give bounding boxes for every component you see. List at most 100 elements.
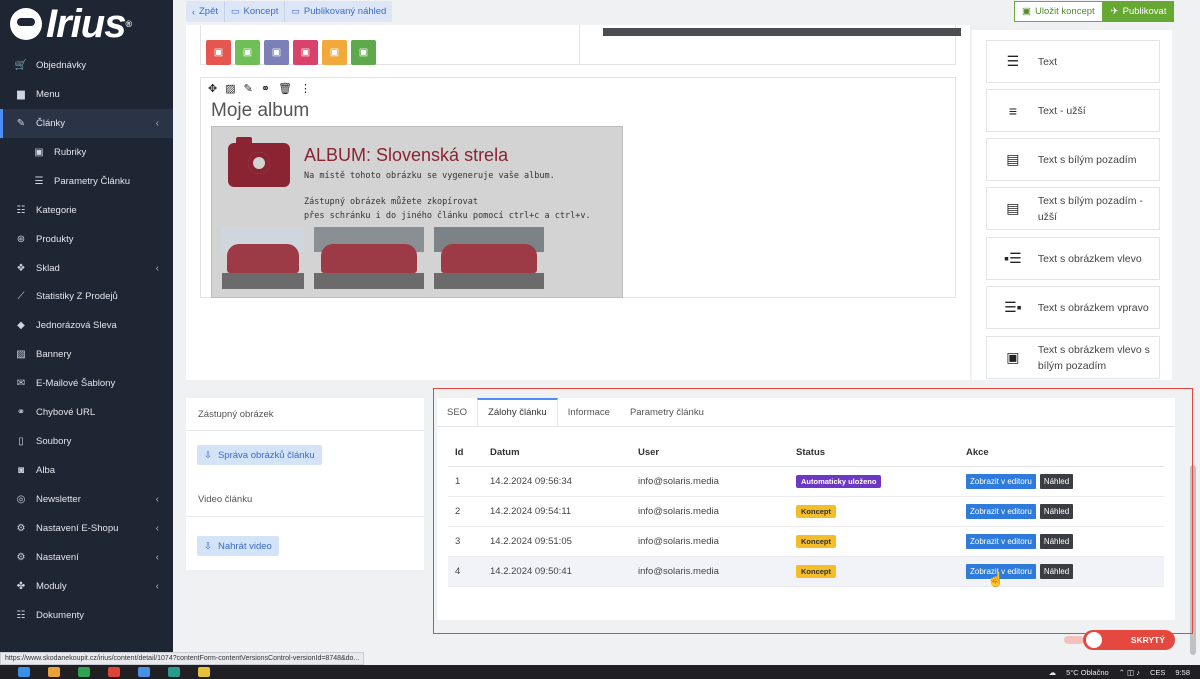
tab[interactable]: SEO (437, 398, 477, 426)
divider (186, 430, 424, 431)
manage-images-button[interactable]: ⇩ Správa obrázků článku (197, 445, 322, 465)
sliders-icon: ☰ (34, 176, 44, 187)
link-icon[interactable]: ⚭ (261, 82, 270, 95)
sidebar-item[interactable]: ☰ Parametry Článku (0, 167, 173, 196)
video-label: Video článku (198, 494, 253, 505)
tab[interactable]: Zálohy článku (477, 398, 558, 426)
sidebar-item[interactable]: ☷ Kategorie (0, 196, 173, 225)
sidebar-item[interactable]: 🛒 Objednávky (0, 51, 173, 80)
sidebar-item[interactable]: ⟋ Statistiky Z Prodejů (0, 282, 173, 311)
sidebar-item[interactable]: ▯ Soubory (0, 427, 173, 456)
palette-item[interactable]: ▤ Text s bílým pozadím - užší (986, 187, 1160, 230)
preview-button[interactable]: Náhled (1039, 534, 1074, 549)
preview-button[interactable]: Náhled (1039, 474, 1074, 489)
more-icon[interactable]: ⋮ (300, 82, 311, 95)
media-type-icon[interactable]: ▣ (351, 40, 376, 65)
sidebar-item[interactable]: ⚭ Chybové URL (0, 398, 173, 427)
draft-preview-button[interactable]: ▭ Koncept (225, 1, 286, 22)
cell-date: 14.2.2024 09:50:41 (490, 566, 572, 577)
sidebar-item[interactable]: ✎ Články ‹ (0, 109, 173, 138)
status-url: https://www.skodanekoupit.cz/irius/conte… (0, 652, 365, 665)
sidebar-item[interactable]: ◎ Newsletter ‹ (0, 485, 173, 514)
media-type-icon[interactable]: ▣ (322, 40, 347, 65)
save-draft-button[interactable]: ▣ Uložit koncept (1014, 1, 1103, 22)
sidebar-item-label: Produkty (36, 234, 74, 245)
image-icon[interactable]: ▨ (225, 82, 235, 95)
palette-item[interactable]: ☰ Text (986, 40, 1160, 83)
sidebar-item[interactable]: ▆ Menu (0, 80, 173, 109)
media-type-icon[interactable]: ▣ (235, 40, 260, 65)
upload-video-button[interactable]: ⇩ Nahrát video (197, 536, 279, 556)
open-in-editor-button[interactable]: Zobrazit v editoru (966, 534, 1036, 549)
sidebar-item-label: Parametry Článku (54, 176, 131, 187)
palette-item[interactable]: ☰▪ Text s obrázkem vpravo (986, 286, 1160, 329)
sidebar: Irius® 🛒 Objednávky ▆ Menu ✎ Články ‹ ▣ Rubriky ☰… (0, 0, 173, 665)
media-type-icon[interactable]: ▣ (206, 40, 231, 65)
published-preview-button[interactable]: ▭ Publikovaný náhled (285, 1, 392, 22)
sidebar-item[interactable]: ❖ Sklad ‹ (0, 254, 173, 283)
palette-item[interactable]: ▣ Text s obrázkem vlevo s bílým pozadím (986, 336, 1160, 379)
taskbar-app-icon[interactable] (168, 667, 180, 677)
publish-button[interactable]: ✈ Publikovat (1102, 1, 1175, 22)
open-in-editor-button[interactable]: Zobrazit v editoru (966, 504, 1036, 519)
palette-item-label: Text s bílým pozadím (1037, 153, 1137, 166)
tab[interactable]: Parametry článku (620, 398, 714, 426)
media-type-icon[interactable]: ▣ (293, 40, 318, 65)
sidebar-item[interactable]: ▨ Bannery (0, 340, 173, 369)
sidebar-item[interactable]: ⚙ Nastavení ‹ (0, 543, 173, 572)
cell-user: info@solaris.media (638, 536, 719, 547)
sidebar-item[interactable]: ☷ Dokumenty (0, 601, 173, 630)
text-box-icon: ▤ (1006, 151, 1020, 167)
sidebar-item[interactable]: ⊛ Produkty (0, 225, 173, 254)
edit-icon[interactable]: ✎ (244, 82, 253, 95)
palette-item[interactable]: ≡ Text - užší (986, 89, 1160, 132)
back-button[interactable]: ‹ Zpět (186, 1, 226, 22)
visibility-toggle[interactable]: SKRYTÝ (1083, 630, 1175, 650)
logo[interactable]: Irius® (0, 0, 173, 48)
weather-text[interactable]: 5°C Oblačno (1066, 668, 1109, 677)
media-type-icon[interactable]: ▣ (264, 40, 289, 65)
sidebar-item[interactable]: ✤ Moduly ‹ (0, 572, 173, 601)
album-block[interactable]: ✥ ▨ ✎ ⚭ 🗑 ⋮ Moje album ALBUM: Slovenská strel… (200, 77, 956, 298)
open-in-editor-button[interactable]: Zobrazit v editoru (966, 474, 1036, 489)
cell-id: 4 (455, 566, 461, 577)
trash-icon[interactable]: 🗑 (278, 82, 292, 95)
pencil-icon: ✎ (16, 118, 26, 129)
cell-date: 14.2.2024 09:54:11 (490, 506, 572, 517)
taskbar-app-icon[interactable] (18, 667, 30, 677)
palette-item-label: Text - užší (1037, 104, 1086, 117)
media-panel: Zástupný obrázek ⇩ Správa obrázků článku … (186, 398, 424, 570)
versions-panel: SEO Zálohy článku Informace Parametry článk… (437, 398, 1175, 620)
taskbar-app-icon[interactable] (138, 667, 150, 677)
tag-icon: ◆ (17, 320, 25, 331)
logo-wordmark: Irius (46, 2, 126, 46)
sidebar-item[interactable]: ▣ Rubriky (0, 138, 173, 167)
preview-button[interactable]: Náhled (1039, 564, 1074, 579)
move-icon[interactable]: ✥ (208, 82, 217, 95)
language-indicator[interactable]: CES (1150, 668, 1165, 677)
album-text-line: Zástupný obrázek můžete zkopírovat (304, 197, 478, 207)
palette-item[interactable]: ▤ Text s bílým pozadím (986, 138, 1160, 181)
taskbar-app-icon[interactable] (198, 667, 210, 677)
cell-status: Koncept (796, 557, 836, 586)
table-row: 2 14.2.2024 09:54:11 info@solaris.media Kon… (448, 497, 1164, 527)
tab[interactable]: Informace (558, 398, 620, 426)
taskbar-app-icon[interactable] (78, 667, 90, 677)
album-placeholder[interactable]: ALBUM: Slovenská strela Na místě tohoto … (211, 126, 623, 298)
tray-icons[interactable]: ⌃ ◫ ♪ (1119, 668, 1140, 677)
cell-user: info@solaris.media (638, 506, 719, 517)
taskbar-app-icon[interactable] (108, 667, 120, 677)
taskbar-app-icon[interactable] (48, 667, 60, 677)
sidebar-item[interactable]: ◆ Jednorázová Sleva (0, 311, 173, 340)
sidebar-item[interactable]: ◙ Alba (0, 456, 173, 485)
clock[interactable]: 9:58 (1175, 668, 1190, 677)
palette-item[interactable]: ▪☰ Text s obrázkem vlevo (986, 237, 1160, 280)
sidebar-item[interactable]: ⚙ Nastavení E-Shopu ‹ (0, 514, 173, 543)
box-icon: ▣ (34, 147, 44, 158)
block-title[interactable]: Moje album (211, 100, 309, 122)
preview-button[interactable]: Náhled (1039, 504, 1074, 519)
folder-icon: ▆ (17, 89, 25, 100)
cloud-icon: ☁ (1048, 667, 1057, 677)
sidebar-item[interactable]: ✉ E-Mailové Šablony (0, 369, 173, 398)
tab-bar: SEO Zálohy článku Informace Parametry článk… (437, 398, 714, 426)
